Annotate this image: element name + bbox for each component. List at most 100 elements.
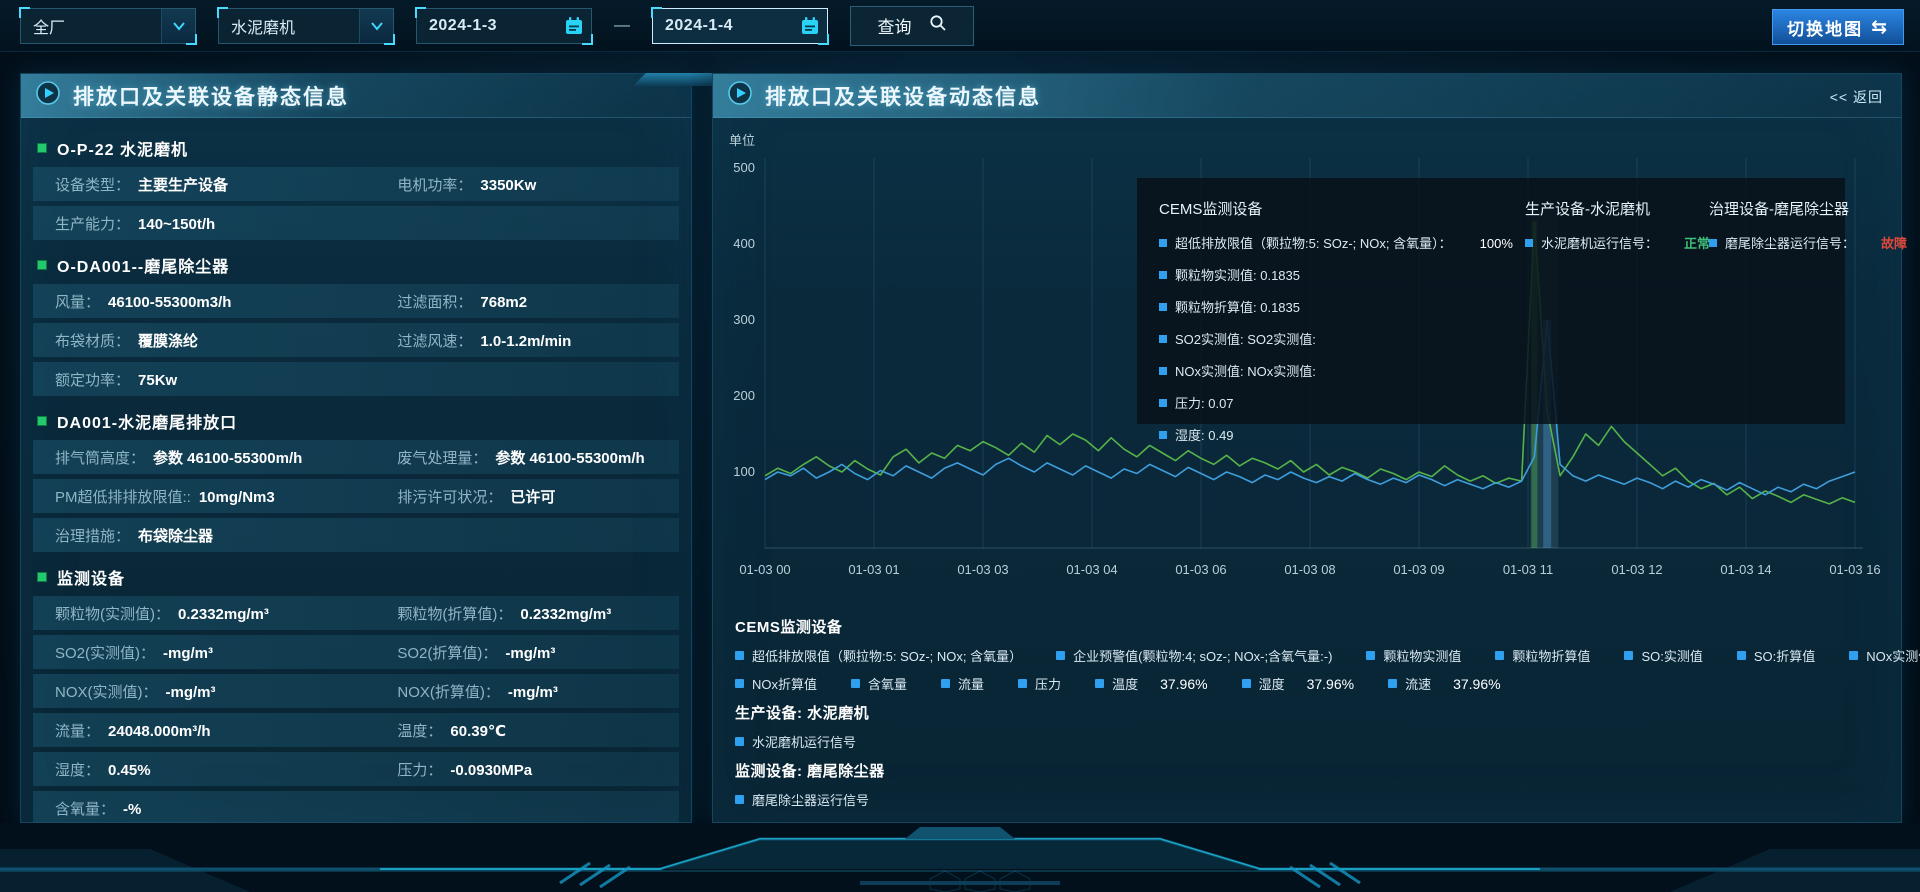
legend-item[interactable]: 湿度37.96% [1242, 674, 1355, 693]
info-value: 参数 46100-55300m/h [153, 447, 302, 468]
legend-item[interactable]: NOx实测值 [1849, 646, 1920, 665]
static-panel-title: 排放口及关联设备静态信息 [73, 81, 349, 111]
info-cell: 颗粒物(折算值)：0.2332mg/m³ [375, 603, 679, 624]
dynamic-panel-title: 排放口及关联设备动态信息 [765, 81, 1041, 111]
legend-item[interactable]: 超低排放限值（颗拉物:5: SOz-; NOx; 含氧量） [735, 646, 1022, 665]
info-row: 额定功率： 75Kw [33, 362, 679, 396]
info-value: 0.2332mg/m³ [178, 606, 269, 623]
switch-map-button[interactable]: 切换地图 ⇆ [1772, 9, 1904, 45]
bottom-tech-decoration [0, 823, 1920, 892]
tooltip-item: NOx实测值: NOx实测值: [1159, 361, 1499, 380]
legend-item[interactable]: SO:实测值 [1624, 646, 1702, 665]
info-label: 额定功率： [55, 369, 130, 390]
legend-row: 磨尾除尘器运行信号 [735, 790, 1879, 809]
tooltip-item: 颗粒物实测值: 0.1835 [1159, 265, 1499, 284]
info-cell: 含氧量：-% [33, 798, 679, 819]
blue-square-marker [735, 651, 744, 660]
y-axis-unit-label: 单位 [729, 130, 755, 149]
tooltip-item-label: SO2实测值: SO2实测值: [1175, 329, 1316, 348]
tooltip-item-label: 颗粒物实测值: 0.1835 [1175, 265, 1300, 284]
info-cell: 治理措施： 布袋除尘器 [33, 525, 679, 546]
blue-square-marker [1056, 651, 1065, 660]
section-title-text: DA001-水泥磨尾排放口 [57, 409, 237, 433]
legend-item[interactable]: 企业预警值(颗粒物:4; sOz-; NOx-;含氧气量:-) [1056, 646, 1332, 665]
info-label: 压力： [397, 759, 442, 780]
info-value: 覆膜涤纶 [138, 330, 198, 351]
legend-item-label: 超低排放限值（颗拉物:5: SOz-; NOx; 含氧量） [752, 646, 1022, 665]
tooltip-item: 湿度: 0.49 [1159, 425, 1499, 444]
dynamic-info-panel: 排放口及关联设备动态信息 << 返回 单位 01-03 0001-03 0101… [712, 73, 1902, 823]
info-cell: 设备类型：主要生产设备 [33, 174, 375, 195]
dynamic-panel-header: 排放口及关联设备动态信息 << 返回 [713, 74, 1901, 118]
legend-item-label: 湿度 [1259, 674, 1285, 693]
info-value: 布袋除尘器 [138, 525, 213, 546]
legend-item-label: NOx实测值 [1866, 646, 1920, 665]
legend-item[interactable]: 含氧量 [851, 674, 907, 693]
info-label: SO2(实测值)： [55, 642, 155, 663]
green-square-marker [37, 260, 47, 270]
tooltip-item: 超低排放限值（颗拉物:5: SOz-; NOx; 含氧量）：100% [1159, 233, 1499, 252]
info-row: 流量：24048.000m³/h温度：60.39℃ [33, 713, 679, 747]
legend-item[interactable]: 压力 [1018, 674, 1061, 693]
x-axis-tick-label: 01-03 04 [1066, 562, 1117, 577]
device-select-value: 水泥磨机 [219, 14, 359, 38]
legend-item[interactable]: 水泥磨机运行信号 [735, 732, 856, 751]
info-cell: NOX(折算值)：-mg/m³ [375, 681, 679, 702]
blue-square-marker [851, 679, 860, 688]
info-value: 46100-55300m3/h [108, 294, 231, 311]
info-cell: 废气处理量：参数 46100-55300m/h [375, 447, 679, 468]
info-label: 治理措施： [55, 525, 130, 546]
query-button[interactable]: 查询 [850, 6, 974, 46]
info-label: 过滤面积： [397, 291, 472, 312]
info-label: 温度： [397, 720, 442, 741]
blue-square-marker [1709, 239, 1717, 247]
info-value: -mg/m³ [163, 645, 213, 662]
y-axis-tick-label: 100 [733, 464, 755, 479]
legend-item[interactable]: 温度37.96% [1095, 674, 1208, 693]
y-axis-tick-label: 300 [733, 312, 755, 327]
legend-item[interactable]: NOx折算值 [735, 674, 817, 693]
blue-square-marker [735, 737, 744, 746]
info-label: NOX(实测值)： [55, 681, 158, 702]
legend-item[interactable]: SO:折算值 [1737, 646, 1815, 665]
play-icon [35, 80, 61, 111]
info-row: 治理措施： 布袋除尘器 [33, 518, 679, 552]
legend-item[interactable]: 磨尾除尘器运行信号 [735, 790, 869, 809]
legend-item-value: 37.96% [1453, 676, 1500, 692]
blue-square-marker [1159, 399, 1167, 407]
calendar-icon [793, 9, 827, 43]
date-from-input[interactable]: 2024-1-3 [416, 8, 592, 44]
info-value: 75Kw [138, 372, 177, 389]
legend-item-label: 颗粒物折算值 [1512, 646, 1590, 665]
query-button-label: 查询 [878, 13, 912, 38]
x-axis-tick-label: 01-03 00 [739, 562, 790, 577]
info-value: -mg/m³ [508, 684, 558, 701]
plant-select[interactable]: 全厂 [20, 8, 196, 44]
tooltip-item-label: 颗粒物折算值: 0.1835 [1175, 297, 1300, 316]
legend-item[interactable]: 颗粒物折算值 [1495, 646, 1590, 665]
info-value: 已许可 [510, 486, 555, 507]
section-title-text: O-DA001--磨尾除尘器 [57, 253, 229, 277]
info-row: NOX(实测值)：-mg/m³NOX(折算值)：-mg/m³ [33, 674, 679, 708]
legend-item[interactable]: 流速 37.96% [1388, 674, 1501, 693]
tooltip-item-label: 压力: 0.07 [1175, 393, 1234, 412]
legend-item-label: SO:实测值 [1641, 646, 1702, 665]
legend-item-label: 水泥磨机运行信号 [752, 732, 856, 751]
search-icon [929, 14, 947, 37]
static-panel-header: 排放口及关联设备静态信息 [21, 74, 691, 118]
section-title-text: O-P-22 水泥磨机 [57, 136, 188, 160]
info-value: -mg/m³ [166, 684, 216, 701]
legend-item-label: 流速 [1405, 674, 1431, 693]
legend-item[interactable]: 颗粒物实测值 [1366, 646, 1461, 665]
info-label: 过滤风速： [397, 330, 472, 351]
cems-line-chart[interactable]: 单位 01-03 0001-03 0101-03 0301-03 0401-03… [713, 118, 1901, 606]
date-to-input[interactable]: 2024-1-4 [652, 8, 828, 44]
info-value: 24048.000m³/h [108, 723, 211, 740]
info-value: 768m2 [480, 294, 527, 311]
info-row: 布袋材质：覆膜涤纶过滤风速：1.0-1.2m/min [33, 323, 679, 357]
device-select[interactable]: 水泥磨机 [218, 8, 394, 44]
legend-item[interactable]: 流量 [941, 674, 984, 693]
back-link[interactable]: << 返回 [1830, 87, 1883, 107]
info-cell: PM超低排排放限值::10mg/Nm3 [33, 486, 375, 507]
info-cell: 额定功率： 75Kw [33, 369, 679, 390]
